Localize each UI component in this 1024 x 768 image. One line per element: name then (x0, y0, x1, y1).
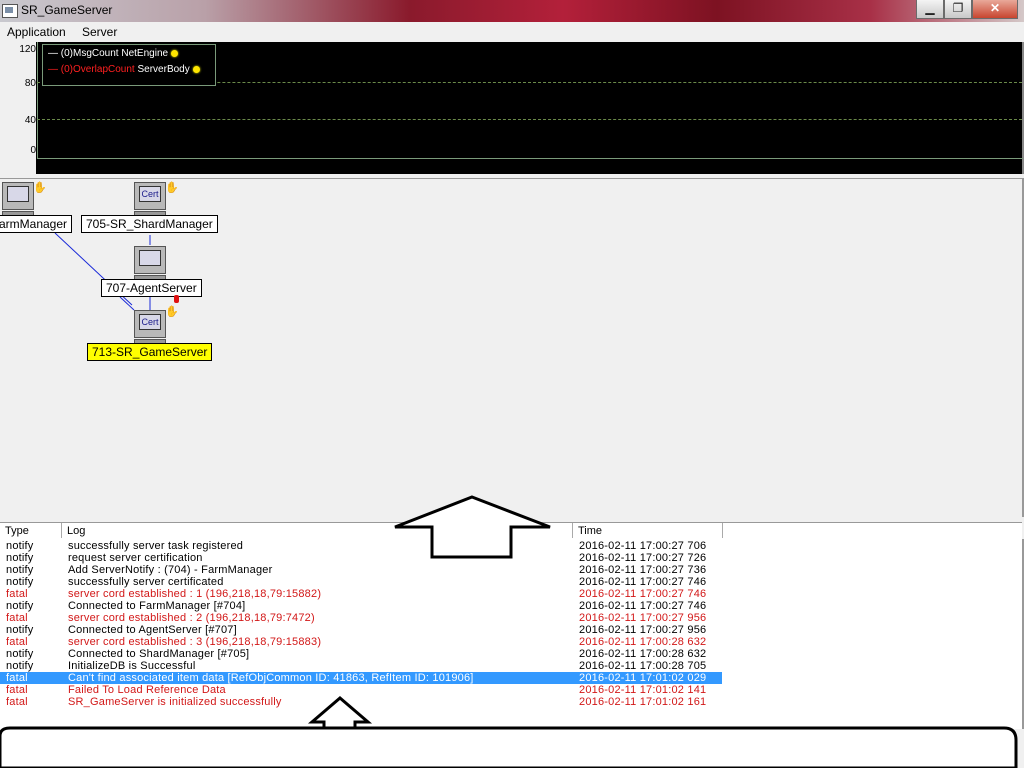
annotation-overlay (0, 495, 1018, 768)
up-arrow-annotation (394, 495, 551, 559)
annotation-box (0, 726, 1018, 768)
